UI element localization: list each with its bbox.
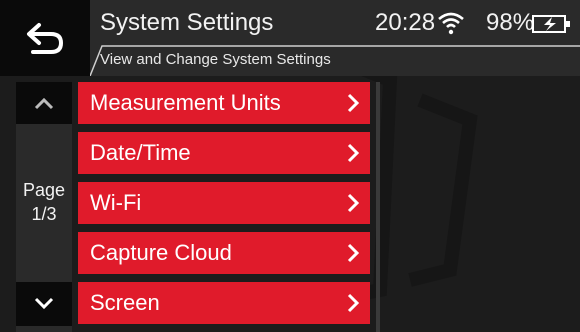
chevron-down-icon bbox=[34, 297, 54, 310]
menu-item-label: Screen bbox=[90, 290, 160, 315]
page-up-button[interactable] bbox=[16, 82, 72, 124]
chevron-up-icon bbox=[34, 97, 54, 110]
wifi-icon bbox=[438, 12, 464, 35]
page-number: 1/3 bbox=[31, 204, 57, 224]
chevron-right-icon bbox=[347, 193, 360, 213]
scroll-divider bbox=[376, 82, 380, 332]
menu-item-label: Capture Cloud bbox=[90, 240, 232, 265]
menu-item-wifi[interactable]: Wi-Fi bbox=[78, 182, 370, 224]
page-label: Page bbox=[22, 180, 66, 200]
menu-item-capture-cloud[interactable]: Capture Cloud bbox=[78, 232, 370, 274]
chevron-right-icon bbox=[347, 293, 360, 313]
page-title: System Settings bbox=[100, 9, 274, 36]
back-arrow-icon bbox=[27, 23, 64, 54]
chevron-right-icon bbox=[347, 143, 360, 163]
header: System Settings 20:28 98% View and Chang… bbox=[0, 0, 580, 76]
chevron-right-icon bbox=[347, 93, 360, 113]
page-indicator: Page 1/3 bbox=[16, 178, 72, 226]
menu-item-date-time[interactable]: Date/Time bbox=[78, 132, 370, 174]
settings-screen: System Settings 20:28 98% View and Chang… bbox=[0, 0, 580, 332]
menu-item-label: Date/Time bbox=[90, 140, 191, 165]
menu-item-label: Measurement Units bbox=[90, 90, 281, 115]
settings-menu: Measurement Units Date/Time Wi-Fi Captur… bbox=[78, 82, 370, 332]
menu-item-label: Wi-Fi bbox=[90, 190, 142, 215]
battery-charging-icon bbox=[532, 15, 570, 33]
page-subtitle: View and Change System Settings bbox=[100, 51, 331, 68]
clock: 20:28 bbox=[375, 9, 436, 36]
back-button[interactable] bbox=[0, 0, 90, 76]
page-down-button[interactable] bbox=[16, 282, 72, 326]
battery-level: 98% bbox=[486, 9, 535, 36]
menu-item-screen[interactable]: Screen bbox=[78, 282, 370, 324]
chevron-right-icon bbox=[347, 243, 360, 263]
menu-item-measurement-units[interactable]: Measurement Units bbox=[78, 82, 370, 124]
